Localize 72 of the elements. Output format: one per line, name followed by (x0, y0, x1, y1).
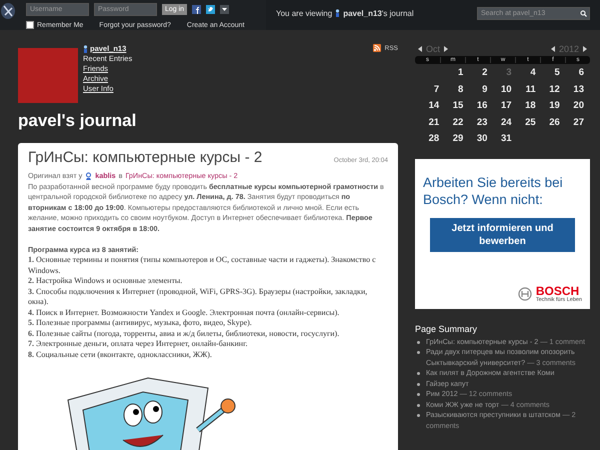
ad-headline: Arbeiten Sie bereits bei Bosch? Wenn nicht: (423, 174, 564, 208)
bullet-icon (417, 382, 420, 386)
calendar-year: 2012 (558, 44, 579, 54)
calendar-day[interactable]: 12 (536, 84, 560, 94)
program-list-item: 6. Полезные сайты (погода, торренты, авиа и ж/д билеты, библиотеки, новости, госуслуги). (28, 328, 340, 339)
program-list-item: 4. Поиск в Интернет. Возможности Yandex и Google. Электронная почта (онлайн-сервисы). (28, 308, 340, 318)
journal-suffix-text: 's journal (382, 8, 414, 18)
bullet-icon (417, 351, 420, 354)
calendar-day[interactable]: 17 (487, 100, 512, 111)
remember-me-checkbox[interactable] (26, 21, 34, 29)
calendar-day[interactable]: 29 (439, 133, 464, 144)
calendar-day[interactable]: 31 (487, 133, 512, 144)
calendar-day[interactable]: 10 (487, 84, 512, 94)
bullet-icon (417, 372, 420, 375)
calendar-day[interactable]: 24 (487, 116, 512, 128)
next-year-arrow-icon[interactable] (583, 46, 587, 52)
calendar-day[interactable]: 23 (463, 116, 488, 128)
calendar-day[interactable]: 18 (512, 100, 536, 111)
post-title: ГрИнСы: компьютерные курсы - 2 (28, 149, 262, 167)
program-list-item: 1. Основные термины и понятия (типы компьютеров и ОС, составные части и гаджеты). Знакомство с Windows. (28, 255, 377, 276)
calendar-day[interactable]: 2 (463, 67, 488, 78)
calendar-day[interactable]: 8 (439, 84, 464, 94)
calendar-day[interactable]: 15 (439, 100, 464, 111)
calendar-day[interactable]: 7 (415, 84, 440, 94)
calendar-day[interactable]: 1 (439, 67, 464, 78)
calendar-day[interactable]: 28 (415, 133, 440, 144)
rss-icon[interactable] (372, 44, 381, 52)
user-icon (335, 9, 340, 17)
calendar-day[interactable]: 11 (512, 84, 536, 94)
calendar-day[interactable]: 14 (415, 100, 440, 111)
program-list-item: 2. Настройка Windows и основные элементы. (28, 276, 184, 286)
program-list-item: 8. Социальные сети (вконтакте, одноклассники, ЖЖ). (28, 350, 213, 360)
calendar-day[interactable]: 19 (536, 100, 560, 111)
bullet-icon (417, 404, 420, 406)
dropdown-caret-icon[interactable] (220, 5, 230, 14)
program-list-item: 3. Способы подключения к Интернет (проводной, WiFi, GPRS-3G). Браузеры (настройки, закладки, окна). (28, 286, 368, 308)
bosch-armature-icon (518, 287, 532, 301)
calendar-day[interactable]: 6 (560, 67, 584, 78)
previous-month-arrow-icon[interactable] (418, 46, 422, 52)
calendar-day[interactable]: 9 (463, 84, 488, 94)
calendar-day[interactable]: 26 (536, 116, 560, 128)
calendar-day[interactable]: 4 (512, 67, 536, 78)
bullet-icon (417, 340, 420, 344)
calendar-day[interactable]: 16 (463, 100, 488, 111)
calendar-month: Oct (426, 44, 440, 54)
viewing-text: You are viewing (276, 8, 332, 18)
site-logo-icon[interactable] (0, 2, 16, 20)
previous-year-arrow-icon[interactable] (550, 46, 555, 52)
calendar-day[interactable]: 5 (536, 67, 560, 78)
apply-button[interactable]: Jetzt informieren und bewerben (430, 218, 575, 252)
calendar-day[interactable]: 20 (560, 100, 584, 111)
next-month-arrow-icon[interactable] (444, 46, 448, 52)
search-icon[interactable] (580, 10, 587, 16)
calendar-day[interactable]: 21 (415, 116, 440, 128)
twitter-icon[interactable] (206, 5, 216, 14)
calendar-day[interactable]: 22 (439, 116, 464, 128)
calendar-day[interactable]: 27 (560, 116, 584, 128)
journal-title: pavel's journal (18, 111, 138, 131)
userpic-photo-placeholder (18, 48, 78, 103)
calendar-day[interactable]: 25 (512, 116, 536, 128)
user-icon (83, 44, 88, 52)
user-icon (85, 172, 92, 180)
brand-logo-text: BOSCH (536, 285, 580, 297)
bullet-icon (417, 393, 420, 396)
program-list-item: 7. Электронные деньги, оплата через Интернет, онлайн-банкинг. (28, 339, 248, 350)
journal-user-link[interactable]: pavel_n13 (343, 8, 382, 18)
page-summary-title: Page Summary (415, 324, 478, 334)
program-list-item: 5. Полезные программы (антивирус, музыка, фото, видео, Skype). (28, 318, 253, 328)
calendar-day[interactable]: 30 (463, 133, 488, 144)
facebook-icon[interactable] (192, 5, 202, 14)
calendar-day[interactable]: 13 (560, 84, 584, 94)
bullet-icon (417, 414, 420, 417)
